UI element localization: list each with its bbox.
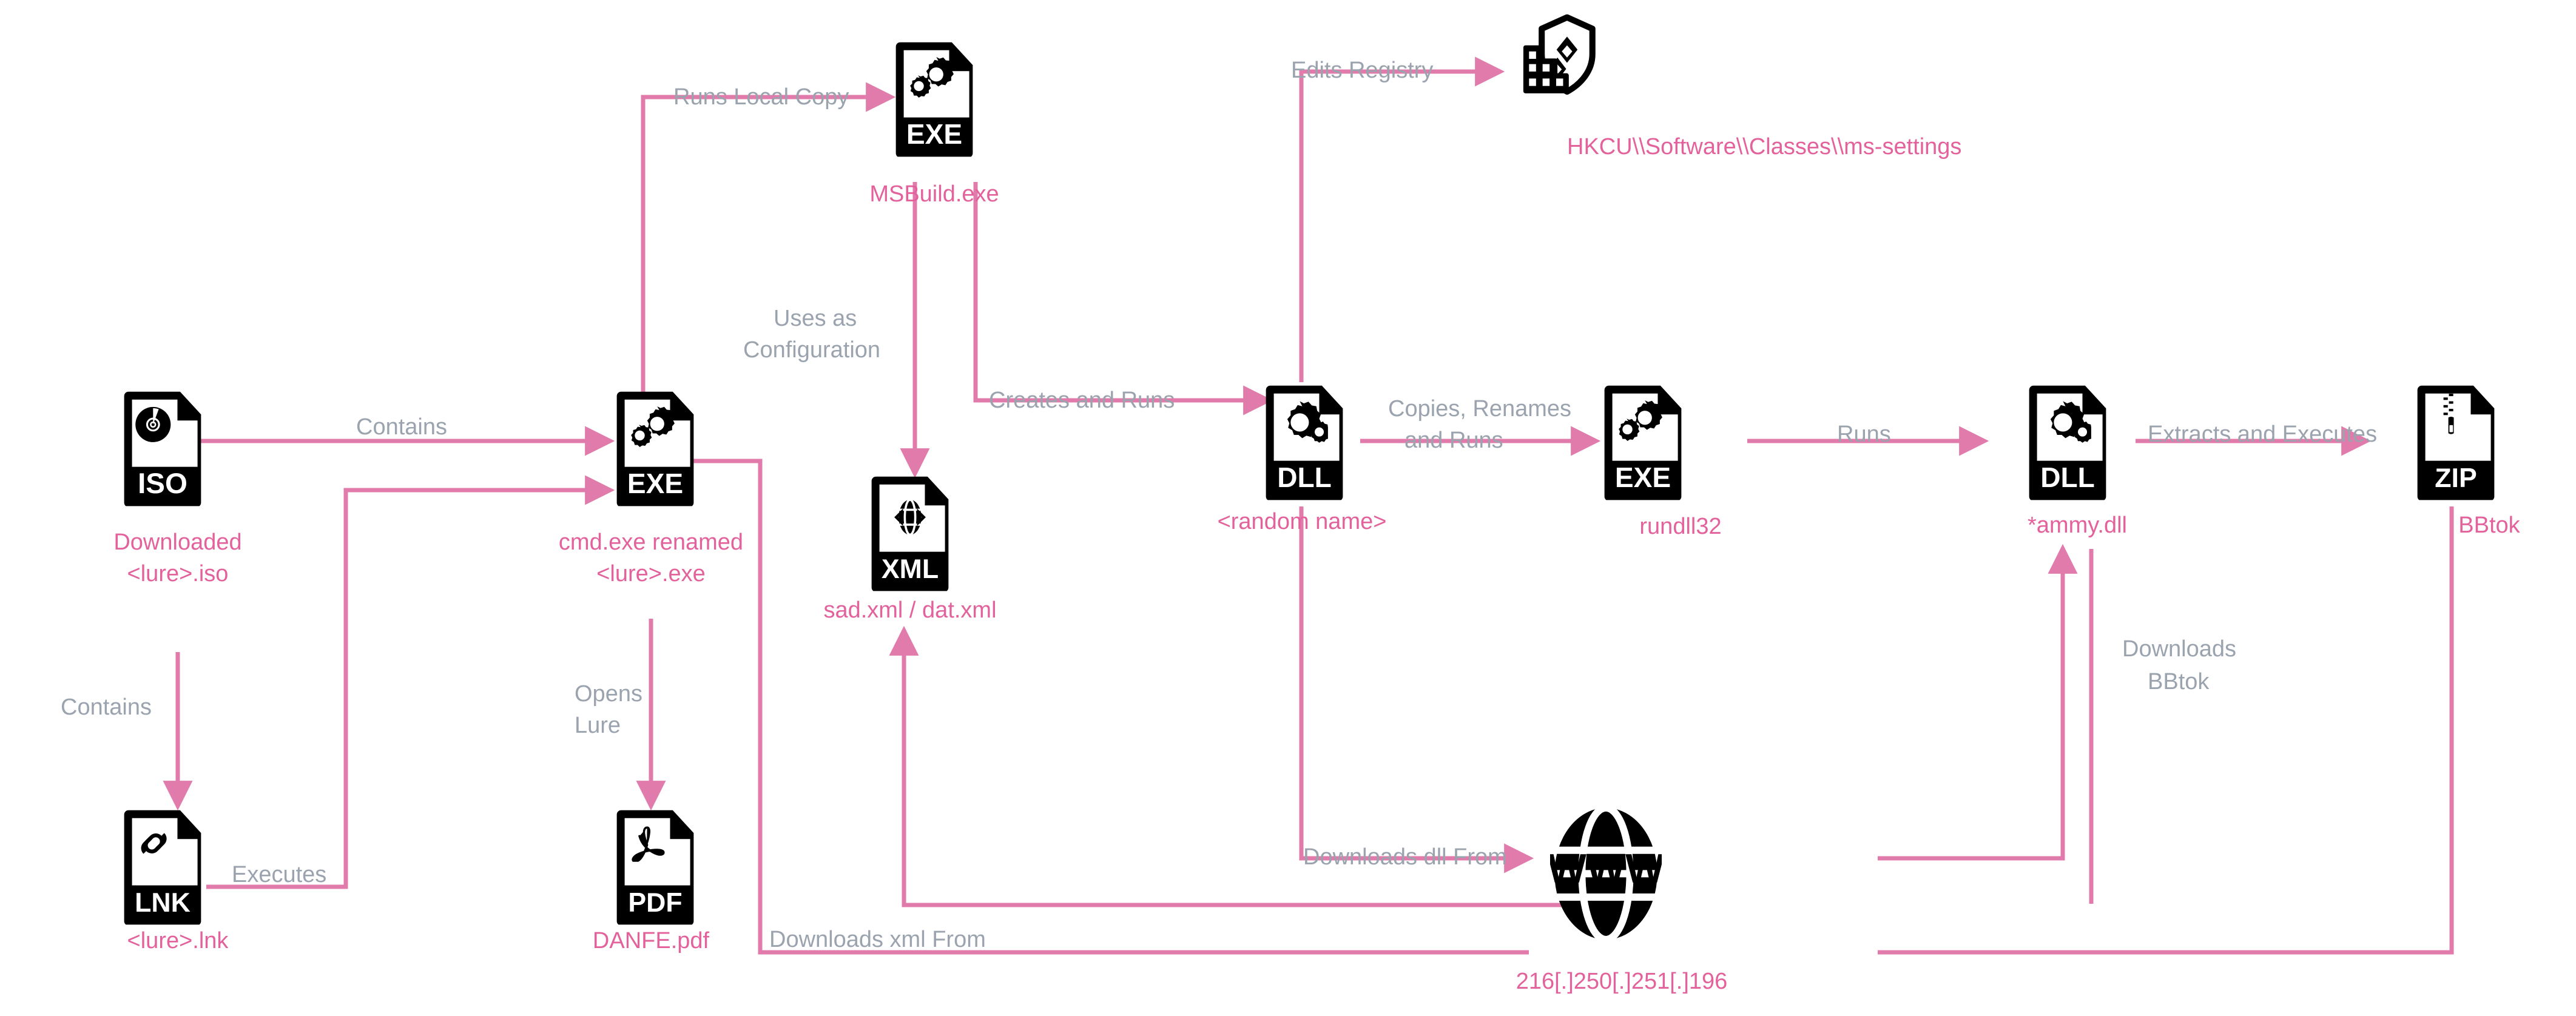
node-rundll32[interactable]: EXE rundll32 bbox=[1604, 385, 1722, 539]
lnk-file-icon: LNK bbox=[124, 810, 201, 925]
dll-file-icon: DLL bbox=[1266, 385, 1343, 500]
pdf-file-icon: PDF bbox=[616, 810, 694, 925]
edge-label-executes: Executes bbox=[232, 862, 326, 887]
svg-text:DLL: DLL bbox=[2040, 462, 2095, 493]
node-iso[interactable]: ISO Downloaded <lure>.iso bbox=[113, 391, 242, 587]
svg-text:ZIP: ZIP bbox=[2435, 463, 2477, 493]
edge-label-edits-registry: Edits Registry bbox=[1291, 58, 1433, 83]
edge-dll-to-registry bbox=[1299, 56, 1505, 382]
svg-text:XML: XML bbox=[882, 554, 939, 584]
edge-label-contains-exe: Contains bbox=[356, 414, 447, 440]
zip-file-icon: ZIP bbox=[2417, 385, 2495, 500]
edge-label-uses-config-2: Configuration bbox=[743, 337, 880, 363]
node-label-pdf: DANFE.pdf bbox=[593, 928, 710, 954]
edge-label-uses-config-1: Uses as bbox=[774, 306, 857, 331]
svg-text:ISO: ISO bbox=[138, 468, 187, 500]
edge-label-downloads-bbtok-1: Downloads bbox=[2122, 636, 2236, 662]
svg-text:LNK: LNK bbox=[135, 888, 191, 918]
node-web[interactable]: 216[.]250[.]251[.]196 bbox=[1516, 808, 1728, 994]
edge-label-downloads-xml-from: Downloads xml From bbox=[769, 927, 986, 952]
node-label-rundll32: rundll32 bbox=[1639, 514, 1721, 539]
edge-label-layer: Contains Contains Executes Opens Lure Ru… bbox=[61, 58, 2377, 952]
edge-web-to-ammy bbox=[1878, 543, 2078, 861]
svg-text:PDF: PDF bbox=[628, 888, 682, 918]
node-label-cmd-exe-2: <lure>.exe bbox=[596, 561, 706, 587]
svg-text:EXE: EXE bbox=[906, 118, 962, 150]
node-label-random-dll: <random name> bbox=[1218, 509, 1387, 534]
svg-text:EXE: EXE bbox=[627, 468, 683, 499]
edge-label-runs: Runs bbox=[1837, 422, 1891, 447]
dll-file-icon: DLL bbox=[2029, 385, 2106, 500]
edge-label-copies-renames-2: and Runs bbox=[1404, 428, 1503, 453]
node-random-dll[interactable]: DLL <random name> bbox=[1218, 385, 1387, 534]
node-pdf[interactable]: PDF DANFE.pdf bbox=[593, 810, 710, 954]
edge-label-contains-lnk: Contains bbox=[61, 695, 152, 720]
edge-label-downloads-dll-from: Downloads dll From bbox=[1303, 844, 1507, 870]
edge-lnk-to-exe bbox=[206, 475, 615, 889]
edge-label-creates-runs: Creates and Runs bbox=[989, 388, 1175, 413]
node-label-xml: sad.xml / dat.xml bbox=[823, 597, 996, 623]
xml-file-icon: XML bbox=[871, 476, 949, 591]
edge-msbuild-to-dll bbox=[973, 182, 1273, 415]
infection-chain-diagram: WWW bbox=[61, 0, 2521, 994]
node-msbuild[interactable]: EXE MSBuild.exe bbox=[869, 42, 999, 207]
registry-shield-icon bbox=[1523, 18, 1593, 93]
node-bbtok-zip[interactable]: ZIP BBtok bbox=[2417, 385, 2521, 538]
node-label-ammy-dll: *ammy.dll bbox=[2028, 513, 2127, 538]
node-label-msbuild: MSBuild.exe bbox=[869, 181, 999, 207]
edge-exe-to-web-xml bbox=[692, 459, 1529, 955]
node-ammy-dll[interactable]: DLL *ammy.dll bbox=[2028, 385, 2127, 538]
svg-text:EXE: EXE bbox=[1615, 462, 1671, 493]
node-label-lnk: <lure>.lnk bbox=[127, 928, 229, 954]
edge-label-downloads-bbtok-2: BBtok bbox=[2148, 669, 2210, 695]
node-label-registry: HKCU\\Software\\Classes\\ms-settings bbox=[1567, 134, 1961, 160]
node-registry[interactable]: HKCU\\Software\\Classes\\ms-settings bbox=[1523, 18, 1961, 160]
node-xml[interactable]: XML sad.xml / dat.xml bbox=[823, 476, 997, 623]
iso-file-icon: ISO bbox=[124, 391, 201, 506]
node-label-bbtok: BBtok bbox=[2458, 513, 2520, 538]
exe-file-icon: EXE bbox=[895, 42, 973, 157]
node-label-web-ip: 216[.]250[.]251[.]196 bbox=[1516, 969, 1728, 994]
node-label-iso-2: <lure>.iso bbox=[127, 561, 229, 587]
edge-label-runs-local-copy: Runs Local Copy bbox=[673, 84, 849, 110]
exe-file-icon: EXE bbox=[616, 391, 694, 506]
edge-web-to-dll bbox=[1299, 506, 1534, 873]
edge-label-extracts-executes: Extracts and Executes bbox=[2148, 422, 2377, 447]
node-lnk[interactable]: LNK <lure>.lnk bbox=[124, 810, 229, 954]
edge-label-opens-lure-2: Lure bbox=[575, 713, 621, 738]
node-label-iso-1: Downloaded bbox=[113, 530, 241, 555]
edge-label-opens-lure-1: Opens bbox=[575, 681, 642, 707]
node-label-cmd-exe-1: cmd.exe renamed bbox=[559, 530, 743, 555]
exe-file-icon: EXE bbox=[1604, 385, 1682, 500]
edge-exe-to-msbuild bbox=[641, 82, 896, 428]
edge-zip-to-web bbox=[1878, 506, 2454, 955]
edge-label-copies-renames-1: Copies, Renames bbox=[1388, 396, 1571, 422]
www-globe-icon bbox=[1548, 808, 1665, 940]
svg-text:DLL: DLL bbox=[1277, 462, 1332, 493]
